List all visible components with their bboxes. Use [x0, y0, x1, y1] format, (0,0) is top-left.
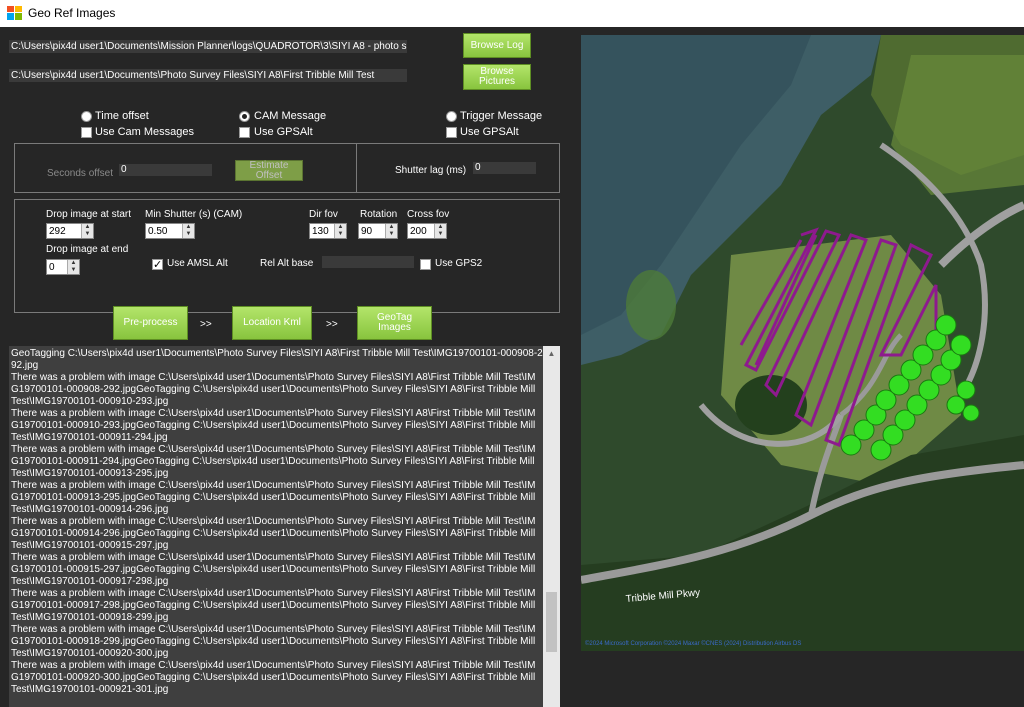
main-panel: C:\Users\pix4d user1\Documents\Mission P… — [0, 27, 1024, 707]
drop-start-stepper[interactable]: 292 ▲ ▼ — [46, 223, 94, 239]
drop-start-label: Drop image at start — [46, 209, 132, 220]
cross-fov-stepper[interactable]: 200 ▲ ▼ — [407, 223, 447, 239]
use-cam-messages-label: Use Cam Messages — [95, 126, 195, 138]
scroll-up-icon[interactable]: ▲ — [543, 346, 560, 362]
use-amsl-alt-label: Use AMSL Alt — [167, 258, 228, 269]
min-shutter-value: 0.50 — [148, 226, 168, 237]
app-icon — [7, 6, 22, 20]
spin-arrows-icon[interactable]: ▲ ▼ — [67, 260, 79, 274]
log-path-field[interactable]: C:\Users\pix4d user1\Documents\Mission P… — [9, 40, 407, 53]
use-gpsalt-label-cam: Use GPSAlt — [254, 126, 313, 138]
use-gps2-label: Use GPS2 — [435, 258, 483, 269]
browse-log-button[interactable]: Browse Log — [463, 33, 531, 58]
log-scrollbar[interactable]: ▲ — [543, 346, 560, 707]
offset-divider — [356, 143, 357, 193]
spin-arrows-icon[interactable]: ▲ ▼ — [182, 224, 194, 238]
rotation-label: Rotation — [360, 209, 398, 220]
seconds-offset-input[interactable]: 0 — [119, 164, 212, 176]
spin-arrows-icon[interactable]: ▲ ▼ — [385, 224, 397, 238]
dir-fov-value: 130 — [312, 226, 329, 237]
arrow-icon: >> — [326, 319, 338, 330]
map-attribution: ©2024 Microsoft Corporation ©2024 Maxar … — [585, 640, 801, 647]
estimate-offset-button[interactable]: Estimate Offset — [235, 160, 303, 181]
shutter-lag-label: Shutter lag (ms) — [395, 165, 467, 176]
use-gpsalt-checkbox-cam[interactable] — [239, 127, 250, 138]
use-gpsalt-checkbox-trigger[interactable] — [446, 127, 457, 138]
seconds-offset-label: Seconds offset — [47, 168, 113, 179]
scroll-thumb[interactable] — [546, 592, 557, 652]
browse-pictures-button[interactable]: Browse Pictures — [463, 64, 531, 90]
trigger-message-radio[interactable] — [446, 111, 457, 122]
cross-fov-label: Cross fov — [407, 209, 450, 220]
use-cam-messages-checkbox[interactable] — [81, 127, 92, 138]
spin-arrows-icon[interactable]: ▲ ▼ — [434, 224, 446, 238]
drop-end-stepper[interactable]: 0 ▲ ▼ — [46, 259, 80, 275]
min-shutter-stepper[interactable]: 0.50 ▲ ▼ — [145, 223, 195, 239]
drop-end-value: 0 — [49, 262, 55, 273]
dir-fov-stepper[interactable]: 130 ▲ ▼ — [309, 223, 347, 239]
trigger-message-label: Trigger Message — [460, 110, 543, 122]
preprocess-button[interactable]: Pre-process — [113, 306, 188, 340]
title-bar: Geo Ref Images — [0, 0, 1024, 27]
use-gpsalt-label-trigger: Use GPSAlt — [460, 126, 519, 138]
window-title: Geo Ref Images — [28, 6, 116, 20]
pictures-path-field[interactable]: C:\Users\pix4d user1\Documents\Photo Sur… — [9, 69, 407, 82]
spin-arrows-icon[interactable]: ▲ ▼ — [334, 224, 346, 238]
shutter-lag-input[interactable]: 0 — [473, 162, 536, 174]
drop-end-label: Drop image at end — [46, 244, 129, 255]
time-offset-label: Time offset — [95, 110, 149, 122]
drop-start-value: 292 — [49, 226, 66, 237]
min-shutter-label: Min Shutter (s) (CAM) — [145, 209, 243, 220]
use-gps2-checkbox[interactable] — [420, 259, 431, 270]
satellite-map[interactable]: Tribble Mill Pkwy ©2024 Microsoft Corpor… — [581, 35, 1024, 651]
rel-alt-base-label: Rel Alt base — [260, 258, 314, 269]
cam-message-radio[interactable] — [239, 111, 250, 122]
geotag-images-button[interactable]: GeoTag Images — [357, 306, 432, 340]
rotation-value: 90 — [361, 226, 373, 237]
rotation-stepper[interactable]: 90 ▲ ▼ — [358, 223, 398, 239]
cross-fov-value: 200 — [410, 226, 427, 237]
use-amsl-alt-checkbox[interactable] — [152, 258, 163, 271]
dir-fov-label: Dir fov — [309, 209, 338, 220]
log-output[interactable]: GeoTagging C:\Users\pix4d user1\Document… — [9, 346, 543, 707]
spin-arrows-icon[interactable]: ▲ ▼ — [81, 224, 93, 238]
location-kml-button[interactable]: Location Kml — [232, 306, 312, 340]
cam-message-label: CAM Message — [254, 110, 327, 122]
time-offset-radio[interactable] — [81, 111, 92, 122]
arrow-icon: >> — [200, 319, 212, 330]
rel-alt-base-input[interactable] — [322, 256, 414, 268]
